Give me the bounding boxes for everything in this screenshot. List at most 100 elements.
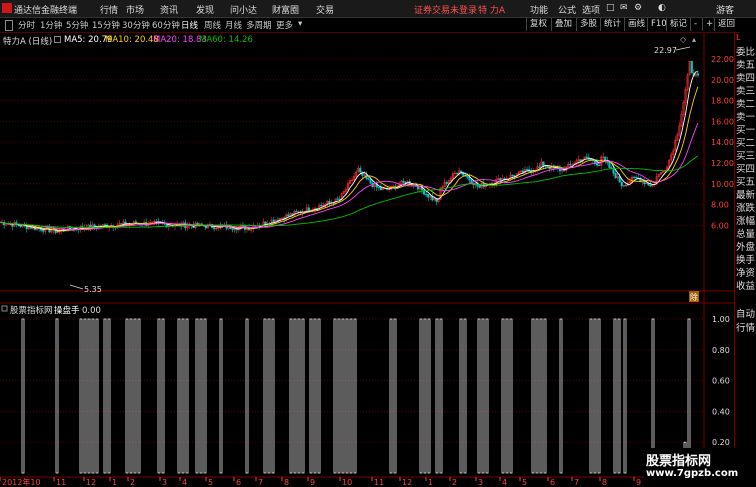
current-stock: 特 力A	[478, 6, 506, 16]
chart-area[interactable]: 22.0020.0018.0016.0014.0012.0010.008.006…	[0, 33, 734, 487]
candle-body	[546, 165, 549, 168]
quote-field-label: 卖四	[736, 73, 756, 84]
menu-discover[interactable]: 发现	[196, 3, 214, 16]
price-tick-label: 8.00	[711, 201, 729, 210]
tab-weekly[interactable]: 周线	[204, 19, 221, 31]
indicator-signal-bars	[21, 318, 691, 474]
settings-icon[interactable]: ⚙	[634, 3, 642, 13]
login-warning[interactable]: 证券交易未登录	[414, 3, 477, 16]
signal-bar	[199, 318, 203, 474]
candle-body	[402, 180, 405, 183]
quote-field-label: 收益	[736, 281, 756, 292]
chart-option-icon[interactable]: ◇	[680, 35, 687, 44]
date-tick-label: 4	[182, 478, 187, 487]
date-tick-label: 1	[428, 478, 433, 487]
quote-field-label: 委比	[736, 47, 756, 58]
date-tick-label: 5	[522, 478, 527, 487]
quote-mode-button[interactable]: 行情	[736, 320, 755, 334]
signal-bar	[181, 318, 185, 474]
date-tick-label: 8	[602, 478, 607, 487]
menu-news[interactable]: 资讯	[160, 3, 178, 16]
minimize-icon[interactable]: □	[606, 3, 615, 13]
tab-intraday[interactable]: 分时	[18, 19, 35, 31]
quote-field-label: 卖五	[736, 60, 756, 71]
date-tick-label: 11	[56, 478, 66, 487]
signal-bar	[597, 318, 601, 474]
panel-letter: L	[736, 33, 741, 42]
tab-30min[interactable]: 30分钟	[122, 19, 150, 31]
panel-toggle-icon[interactable]	[5, 20, 13, 31]
mark-button[interactable]: 标记	[666, 18, 690, 31]
date-tick-label: 9	[310, 478, 315, 487]
candle-body	[231, 228, 234, 230]
candle-body	[445, 182, 448, 184]
menu-trade[interactable]: 交易	[316, 3, 334, 16]
overlay-button[interactable]: 叠加	[551, 18, 575, 31]
signal-bar	[593, 318, 597, 474]
adjust-button[interactable]: 复权	[526, 18, 550, 31]
zoom-out-button[interactable]: -	[690, 18, 700, 31]
quote-field-label: 涨幅	[736, 216, 756, 227]
menu-wealth-circle[interactable]: 财富圈	[272, 3, 299, 16]
tab-60min[interactable]: 60分钟	[152, 19, 180, 31]
candlestick-series	[1, 60, 699, 235]
candle-body	[235, 229, 238, 231]
signal-bar	[195, 318, 199, 474]
signal-bar	[313, 318, 317, 474]
draw-button[interactable]: 画线	[624, 18, 648, 31]
signal-bar	[271, 318, 275, 474]
candle-body	[633, 176, 636, 178]
menu-formula[interactable]: 公式	[558, 3, 576, 16]
candle-body	[542, 161, 545, 166]
quote-field-label: 买四	[736, 164, 756, 175]
price-tick-label: 14.00	[711, 138, 734, 147]
multi-stock-button[interactable]: 多股	[576, 18, 600, 31]
signal-bar	[185, 318, 189, 474]
signal-bar	[301, 318, 305, 474]
menu-wenxiaoda[interactable]: 问小达	[230, 3, 257, 16]
signal-bar	[83, 318, 87, 474]
signal-bar	[309, 318, 313, 474]
candle-body	[377, 186, 380, 188]
tab-1min[interactable]: 1分钟	[40, 19, 62, 31]
quote-mode-button[interactable]: 自动	[736, 306, 755, 320]
tab-15min[interactable]: 15分钟	[92, 19, 120, 31]
candle-body	[478, 185, 481, 188]
candle-body	[608, 162, 611, 168]
menu-function[interactable]: 功能	[530, 3, 548, 16]
price-tick-label: 16.00	[711, 117, 734, 126]
stats-button[interactable]: 统计	[600, 18, 624, 31]
mail-icon[interactable]: ✉	[620, 3, 628, 13]
title-bar: 通达信金融终端 行情 市场 资讯 发现 问小达 财富圈 交易 证券交易未登录 特…	[0, 0, 756, 18]
chart-expand-icon[interactable]: ▴	[692, 35, 696, 44]
date-tick-label: 3	[478, 478, 483, 487]
menu-markets[interactable]: 市场	[126, 3, 144, 16]
date-tick-label: 4	[502, 478, 507, 487]
tab-monthly[interactable]: 月线	[225, 19, 242, 31]
date-tick-label: 10	[342, 478, 352, 487]
period-toolbar: 分时 1分钟 5分钟 15分钟 30分钟 60分钟 日线 周线 月线 多周期 更…	[0, 18, 740, 33]
tab-5min[interactable]: 5分钟	[66, 19, 88, 31]
tab-multi-period[interactable]: 多周期	[246, 19, 272, 31]
menu-options[interactable]: 选项	[582, 3, 600, 16]
back-button[interactable]: 返回	[714, 18, 738, 31]
guest-label[interactable]: 游客	[716, 3, 734, 16]
main-grid	[0, 58, 704, 226]
candle-body	[42, 230, 45, 232]
price-axis: 22.00 20.00 18.00 16.00 14.00 12.00 10.00 8.00 6…	[711, 55, 734, 230]
signal-bar	[87, 318, 91, 474]
app-logo-icon	[2, 3, 12, 13]
candle-body	[696, 73, 699, 76]
candle-body	[456, 172, 459, 174]
more-arrow-icon[interactable]: ▾	[298, 19, 302, 29]
user-icon[interactable]: ◐	[658, 3, 666, 13]
indicator-name[interactable]: 操盘手	[54, 305, 80, 316]
candle-body	[585, 156, 588, 158]
signal-bar	[485, 318, 489, 474]
indicator-toggle-icon[interactable]	[1, 305, 8, 312]
tab-daily[interactable]: 日线	[181, 19, 198, 31]
date-tick-label: 7	[574, 478, 579, 487]
quote-field-label: 买一	[736, 125, 756, 136]
menu-market[interactable]: 行情	[100, 3, 118, 16]
tab-more[interactable]: 更多	[276, 19, 293, 31]
